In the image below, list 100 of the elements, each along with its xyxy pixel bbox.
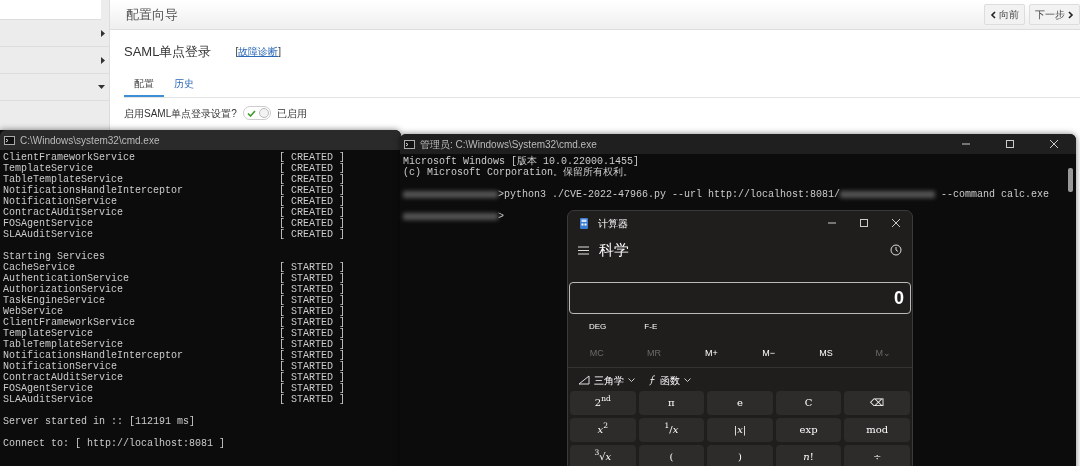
status-text: [ STARTED ] [279, 328, 346, 339]
console-text: NotificationsHandleInterceptor [3, 185, 185, 196]
triangle-icon [578, 375, 590, 385]
console-text: FOSAgentService [3, 383, 94, 394]
section-title: SAML单点登录 [124, 43, 212, 61]
console-text: CacheService [3, 262, 76, 273]
check-icon [246, 110, 256, 117]
option-button[interactable]: DEG [589, 321, 607, 333]
window-title: C:\Windows\system32\cmd.exe [20, 133, 160, 148]
console-text: Connect to: [ http://localhost:8081 ] [3, 438, 227, 449]
caret-right-icon[interactable] [101, 29, 105, 37]
console-text: TemplateService [3, 163, 93, 174]
calculator-key[interactable]: $^{1}$/x [638, 417, 705, 442]
console-text: SLAAuditService [3, 394, 94, 405]
status-text: [ STARTED ] [279, 284, 346, 295]
page-title: 配置向导 [126, 5, 178, 24]
menu-icon[interactable] [578, 245, 589, 255]
history-icon[interactable] [890, 244, 902, 256]
console-text: > [498, 211, 504, 222]
console-text: ContractAUditService [3, 372, 125, 383]
console-text: Microsoft Windows [版本 10.0.22000.1455] [403, 156, 640, 167]
console-text: (c) Microsoft Corporation。保留所有权利。 [403, 167, 634, 178]
chevron-down-icon[interactable] [628, 378, 635, 382]
calculator-key[interactable]: $^{3}$√x [570, 444, 636, 466]
maximize-icon[interactable] [1005, 139, 1015, 149]
console-text: FOSAgentService [3, 218, 94, 229]
console-text: ClientFrameworkService [3, 317, 137, 328]
menu-label[interactable]: 函数 [660, 372, 680, 388]
toggle-label: 启用SAML单点登录设置? [124, 106, 237, 121]
scrollbar-thumb[interactable] [1068, 168, 1073, 192]
status-text: [ STARTED ] [279, 394, 346, 405]
status-text: [ STARTED ] [279, 306, 346, 317]
option-button[interactable]: F-E [644, 321, 658, 333]
chevron-down-icon[interactable] [684, 378, 691, 382]
window-title: 管理员: C:\Windows\System32\cmd.exe [420, 137, 597, 152]
memory-button[interactable]: M+ [682, 347, 740, 361]
maximize-icon[interactable] [859, 218, 869, 228]
status-text: [ STARTED ] [279, 350, 346, 361]
toggle-status: 已启用 [276, 106, 307, 121]
bracket: [ [235, 45, 239, 60]
status-text: [ STARTED ] [279, 317, 346, 328]
console-text: NotificationService [3, 361, 118, 372]
status-text: [ STARTED ] [279, 262, 346, 273]
close-icon[interactable] [1049, 139, 1059, 149]
bracket: ] [278, 45, 281, 60]
nav-button[interactable]: 向前 [984, 4, 1025, 25]
status-text: [ STARTED ] [279, 295, 346, 306]
calculator-key[interactable]: exp [775, 417, 842, 442]
memory-button[interactable]: M− [740, 347, 798, 361]
mode-title: 科学 [599, 239, 629, 260]
tab[interactable]: 历史 [164, 71, 204, 97]
calculator-key[interactable]: ⌫ [844, 390, 910, 415]
caret-down-icon[interactable] [98, 85, 105, 89]
calculator-key[interactable]: e [707, 390, 773, 415]
calculator-key[interactable]: n! [775, 444, 842, 466]
status-text: [ STARTED ] [279, 361, 346, 372]
console-text: NotificationService [3, 196, 118, 207]
status-text: [ STARTED ] [279, 383, 346, 394]
nav-button[interactable]: 下一步 [1029, 4, 1080, 25]
status-text: [ CREATED ] [279, 218, 346, 229]
calculator-key[interactable]: |x| [707, 417, 773, 442]
caret-right-icon[interactable] [101, 56, 105, 64]
menu-label[interactable]: 三角学 [594, 372, 624, 388]
status-text: [ CREATED ] [279, 185, 346, 196]
chevron-left-icon [990, 10, 997, 19]
tab[interactable]: 配置 [124, 71, 164, 97]
console-text: AuthenticationService [3, 273, 131, 284]
status-text: [ CREATED ] [279, 163, 346, 174]
console-text: --command calc.exe [940, 189, 1050, 200]
console-icon [404, 139, 415, 149]
window-title: 计算器 [598, 216, 628, 231]
console-text: NotificationsHandleInterceptor [3, 350, 185, 361]
calculator-key[interactable]: mod [844, 417, 910, 442]
console-text: Server started in :: [112191 ms] [3, 416, 197, 427]
calculator-key[interactable]: ( [638, 444, 705, 466]
status-text: [ CREATED ] [279, 174, 346, 185]
memory-button[interactable]: MS [797, 347, 855, 361]
chevron-right-icon [1067, 10, 1074, 19]
console-text: >python3 ./CVE-2022-47966.py --url http://localhost:8081/ [498, 189, 841, 200]
calculator-key[interactable]: π [638, 390, 705, 415]
console-text: AuthorizationService [3, 284, 125, 295]
close-icon[interactable] [891, 218, 901, 228]
function-icon [649, 374, 656, 386]
calculator-key[interactable]: x$^{2}$ [570, 417, 636, 442]
console-icon [4, 135, 15, 145]
calculator-key[interactable]: 2$^{nd}$ [570, 390, 636, 415]
console-text: ClientFrameworkService [3, 152, 137, 163]
console-text: TableTemplateService [3, 339, 124, 350]
status-text: [ STARTED ] [279, 372, 346, 383]
status-text: [ STARTED ] [279, 339, 346, 350]
calculator-key[interactable]: ) [707, 444, 773, 466]
calculator-icon [580, 217, 588, 229]
toggle-switch[interactable] [242, 106, 271, 120]
console-text: WebService [3, 306, 63, 317]
status-text: [ CREATED ] [279, 196, 346, 207]
calculator-key[interactable]: C [775, 390, 842, 415]
status-text: [ CREATED ] [279, 152, 346, 163]
calculator-key[interactable]: ÷ [844, 444, 910, 466]
console-text: SLAAuditService [3, 229, 94, 240]
status-text: [ CREATED ] [279, 207, 346, 218]
